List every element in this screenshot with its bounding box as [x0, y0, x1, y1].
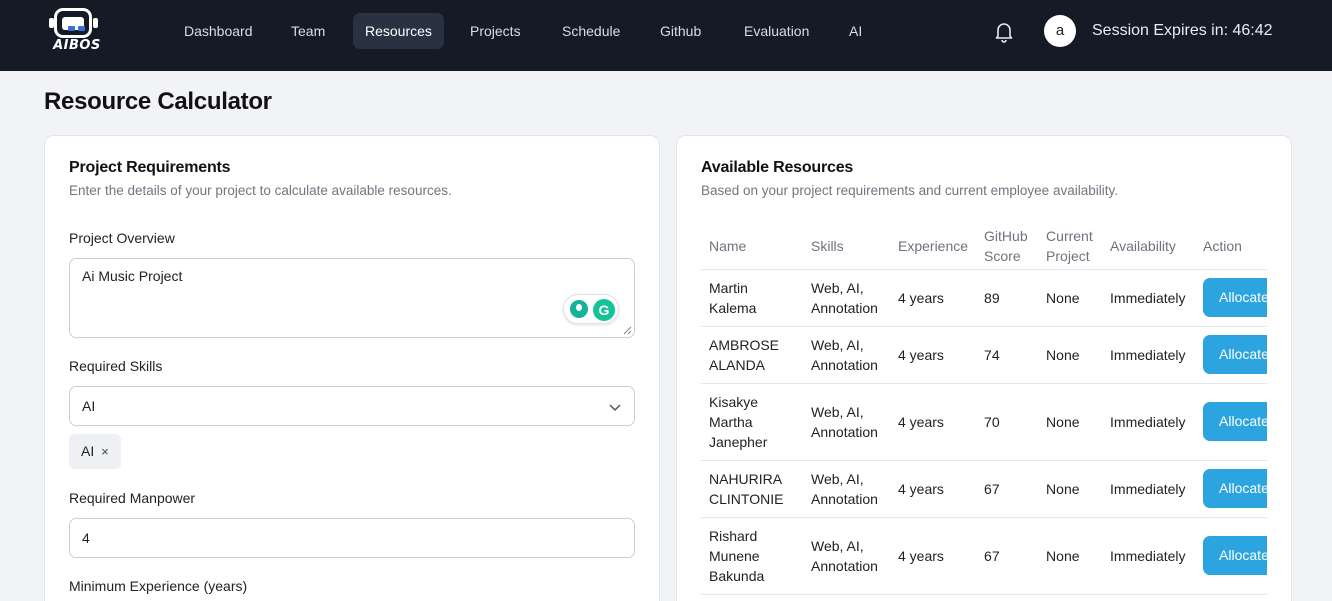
table-row: Martin Kalema Web, AI, Annotation 4 year… — [701, 269, 1267, 327]
cell-availability: Immediately — [1102, 269, 1196, 327]
manpower-input[interactable]: 4 — [69, 518, 635, 558]
manpower-value: 4 — [82, 530, 90, 546]
nav-resources[interactable]: Resources — [353, 13, 444, 49]
allocate-button[interactable]: Allocate — [1203, 469, 1267, 508]
cell-experience: 4 years — [890, 517, 977, 595]
table-row: Rishard Munene Bakunda Web, AI, Annotati… — [701, 517, 1267, 595]
cell-skills: Web, AI, Annotation — [803, 460, 890, 518]
project-requirements-card: Project Requirements Enter the details o… — [44, 135, 660, 601]
cell-github: 89 — [976, 269, 1039, 327]
cell-action: Allocate — [1195, 517, 1267, 595]
requirements-subtitle: Enter the details of your project to cal… — [69, 183, 452, 198]
cell-github: 74 — [976, 326, 1039, 384]
col-header-experience: Experience — [890, 224, 977, 270]
robot-icon — [54, 8, 92, 38]
cell-name: Martin Kalema — [701, 269, 803, 327]
session-timer: Session Expires in: 46:42 — [1092, 22, 1273, 39]
cell-current: None — [1038, 383, 1103, 461]
overview-label: Project Overview — [69, 230, 175, 246]
manpower-label: Required Manpower — [69, 490, 196, 506]
col-header-action: Action — [1195, 224, 1267, 270]
col-header-availability: Availability — [1102, 224, 1196, 270]
required-skills-select[interactable]: AI — [69, 386, 635, 426]
nav-team[interactable]: Team — [279, 13, 337, 49]
col-header-github: GitHub Score — [976, 224, 1039, 270]
cell-current: None — [1038, 269, 1103, 327]
cell-name: Rishard Munene Bakunda — [701, 517, 803, 595]
resources-table: Name Skills Experience GitHub Score Curr… — [701, 224, 1267, 595]
bell-icon[interactable] — [992, 19, 1016, 43]
allocate-button[interactable]: Allocate — [1203, 402, 1267, 441]
skills-selected-value: AI — [82, 398, 96, 414]
cell-skills: Web, AI, Annotation — [803, 269, 890, 327]
table-row: NAHURIRA CLINTONIE Web, AI, Annotation 4… — [701, 460, 1267, 518]
skill-chip: AI × — [69, 434, 121, 469]
cell-name: Kisakye Martha Janepher — [701, 383, 803, 461]
col-header-current: Current Project — [1038, 224, 1103, 270]
cell-github: 70 — [976, 383, 1039, 461]
cell-current: None — [1038, 326, 1103, 384]
requirements-title: Project Requirements — [69, 159, 231, 176]
resize-grip-icon[interactable] — [623, 326, 632, 335]
cell-current: None — [1038, 517, 1103, 595]
cell-github: 67 — [976, 460, 1039, 518]
cell-availability: Immediately — [1102, 517, 1196, 595]
cell-experience: 4 years — [890, 326, 977, 384]
cell-name: NAHURIRA CLINTONIE — [701, 460, 803, 518]
table-header-row: Name Skills Experience GitHub Score Curr… — [701, 224, 1267, 270]
available-resources-card: Available Resources Based on your projec… — [676, 135, 1292, 601]
robot-eye-right — [78, 26, 85, 31]
grammarly-widget[interactable]: G — [563, 294, 619, 324]
table-row: AMBROSE ALANDA Web, AI, Annotation 4 yea… — [701, 326, 1267, 384]
nav-evaluation[interactable]: Evaluation — [732, 13, 821, 49]
cell-availability: Immediately — [1102, 460, 1196, 518]
nav-dashboard[interactable]: Dashboard — [172, 13, 265, 49]
cell-skills: Web, AI, Annotation — [803, 383, 890, 461]
remove-chip-icon[interactable]: × — [101, 444, 109, 459]
experience-label: Minimum Experience (years) — [69, 578, 248, 594]
skill-chip-label: AI — [81, 443, 95, 459]
nav-ai[interactable]: AI — [837, 13, 874, 49]
resources-subtitle: Based on your project requirements and c… — [701, 183, 1118, 198]
cell-github: 67 — [976, 517, 1039, 595]
cell-experience: 4 years — [890, 383, 977, 461]
allocate-button[interactable]: Allocate — [1203, 536, 1267, 575]
nav-github[interactable]: Github — [648, 13, 713, 49]
allocate-button[interactable]: Allocate — [1203, 278, 1267, 317]
cell-name: AMBROSE ALANDA — [701, 326, 803, 384]
page-title: Resource Calculator — [44, 88, 272, 115]
resources-table-wrapper[interactable]: Name Skills Experience GitHub Score Curr… — [701, 224, 1267, 601]
cell-action: Allocate — [1195, 326, 1267, 384]
aibos-logo[interactable]: AIBOS — [44, 8, 108, 56]
lightbulb-icon[interactable] — [570, 300, 588, 318]
skills-label: Required Skills — [69, 358, 163, 374]
cell-skills: Web, AI, Annotation — [803, 326, 890, 384]
user-avatar[interactable]: a — [1044, 15, 1076, 47]
cell-experience: 4 years — [890, 269, 977, 327]
cell-availability: Immediately — [1102, 383, 1196, 461]
allocate-button[interactable]: Allocate — [1203, 335, 1267, 374]
cell-action: Allocate — [1195, 383, 1267, 461]
cell-current: None — [1038, 460, 1103, 518]
project-overview-value: Ai Music Project — [82, 268, 183, 284]
col-header-skills: Skills — [803, 224, 890, 270]
chevron-down-icon — [609, 404, 621, 412]
robot-eye-left — [68, 26, 75, 31]
cell-experience: 4 years — [890, 460, 977, 518]
cell-skills: Web, AI, Annotation — [803, 517, 890, 595]
grammarly-icon[interactable]: G — [593, 299, 615, 321]
cell-action: Allocate — [1195, 269, 1267, 327]
logo-ear-right — [93, 18, 98, 28]
top-navbar: AIBOS Dashboard Team Resources Projects … — [0, 0, 1332, 71]
project-overview-textarea[interactable]: Ai Music Project — [69, 258, 635, 338]
logo-wordmark: AIBOS — [53, 38, 101, 53]
cell-availability: Immediately — [1102, 326, 1196, 384]
table-row: Kisakye Martha Janepher Web, AI, Annotat… — [701, 383, 1267, 461]
resources-title: Available Resources — [701, 159, 854, 176]
nav-projects[interactable]: Projects — [458, 13, 533, 49]
nav-schedule[interactable]: Schedule — [550, 13, 632, 49]
cell-action: Allocate — [1195, 460, 1267, 518]
col-header-name: Name — [701, 224, 803, 270]
